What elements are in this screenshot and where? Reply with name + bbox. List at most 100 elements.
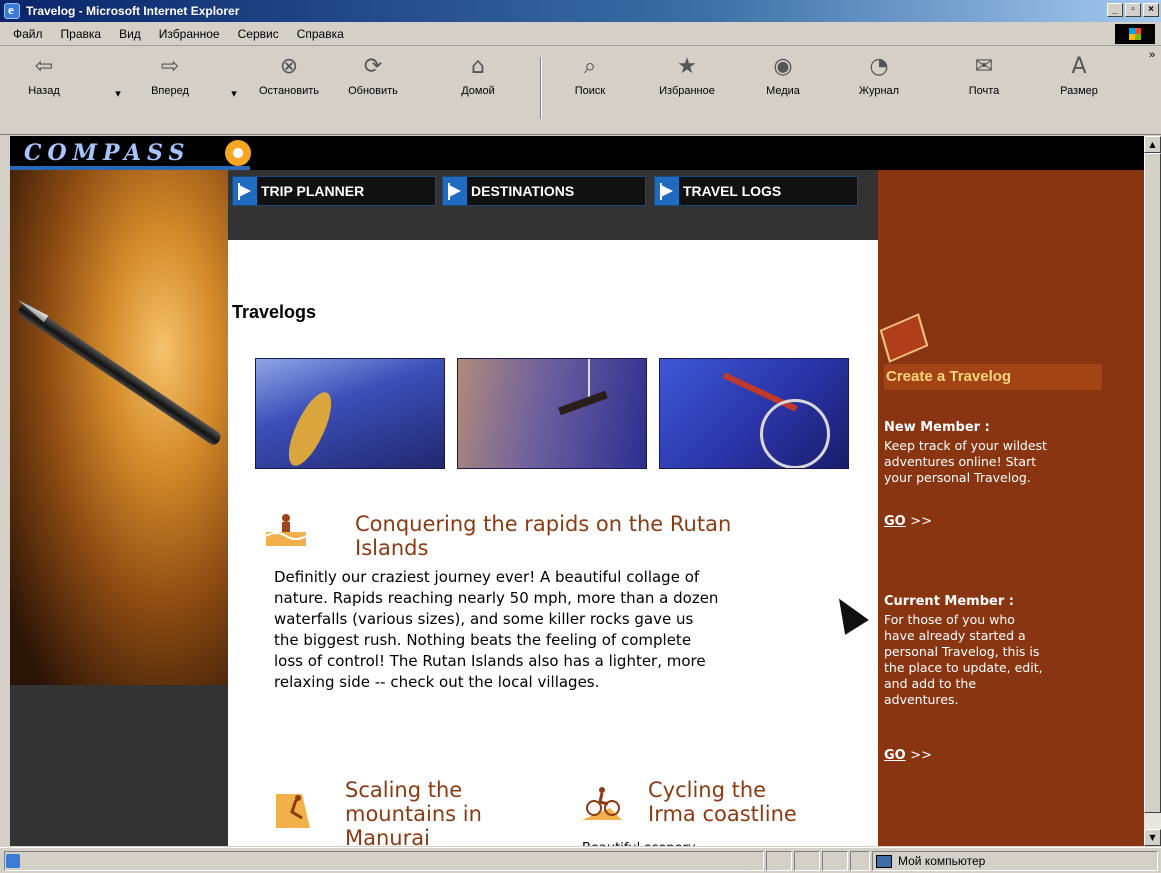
menu-favorites[interactable]: Избранное xyxy=(150,27,229,41)
history-icon: ◔ xyxy=(869,54,889,79)
stop-icon: ⊗ xyxy=(279,54,299,79)
maximize-button[interactable]: ▫ xyxy=(1125,3,1141,17)
back-button[interactable]: ⇦ Назад xyxy=(14,53,74,97)
forward-label: Вперед xyxy=(151,85,189,97)
stop-button[interactable]: ⊗ Остановить xyxy=(244,53,334,97)
status-cell xyxy=(766,851,792,871)
search-label: Поиск xyxy=(574,85,606,97)
mail-button[interactable]: ✉ Почта xyxy=(954,53,1014,97)
toolbar-chevron[interactable]: » xyxy=(1146,49,1158,61)
featured-title-line1[interactable]: Conquering the rapids on the Rutan xyxy=(355,512,731,536)
go-arrows: >> xyxy=(910,514,933,529)
new-member-text: Keep track of your wildest xyxy=(884,438,1047,453)
featured-body-line: the biggest rush. Nothing beats the feel… xyxy=(274,631,692,649)
page-title: Travelogs xyxy=(232,302,317,322)
kayak-shape xyxy=(280,386,340,468)
featured-body-line: Definitly our craziest journey ever! A b… xyxy=(274,568,700,586)
featured-body-line: waterfalls (various sizes), and some kil… xyxy=(274,610,694,628)
flag-icon xyxy=(443,177,467,205)
flag-icon xyxy=(655,177,679,205)
search-button[interactable]: ⌕ Поиск xyxy=(560,53,620,97)
menu-file[interactable]: Файл xyxy=(4,27,52,41)
toolbar-separator xyxy=(540,57,542,119)
current-member-heading: Current Member : xyxy=(884,594,1014,609)
text-size-button[interactable]: A Размер xyxy=(1044,53,1114,97)
cycling-icon xyxy=(582,787,622,820)
current-member-go-link[interactable]: GO >> xyxy=(884,748,932,763)
close-button[interactable]: × xyxy=(1143,3,1159,17)
compass-logo-icon xyxy=(225,140,251,166)
create-travelog-heading[interactable]: Create a Travelog xyxy=(884,364,1102,390)
featured-body-line: loss of control! The Rutan Islands also … xyxy=(274,652,706,670)
media-button[interactable]: ◉ Медиа xyxy=(748,53,818,97)
flag-icon xyxy=(233,177,257,205)
site-nav: TRIP PLANNER DESTINATIONS TRAVEL LOGS xyxy=(228,170,878,240)
security-zone: Мой компьютер xyxy=(876,854,985,868)
favorites-folder-icon: ★ xyxy=(677,54,697,79)
scroll-thumb[interactable] xyxy=(1144,153,1161,813)
nav-destinations[interactable]: DESTINATIONS xyxy=(442,176,646,206)
media-label: Медиа xyxy=(766,85,800,97)
current-member-text: the place to update, edit, xyxy=(884,660,1043,675)
stop-label: Остановить xyxy=(258,85,320,97)
window-title: Travelog - Microsoft Internet Explorer xyxy=(26,4,240,18)
favorites-label: Избранное xyxy=(659,85,715,97)
site-header: COMPASS xyxy=(10,136,1144,172)
history-button[interactable]: ◔ Журнал xyxy=(844,53,914,97)
text-size-icon: A xyxy=(1071,54,1087,79)
article3-title-line1[interactable]: Cycling the xyxy=(648,778,766,802)
ie-icon xyxy=(4,2,20,19)
kayak-photo[interactable] xyxy=(255,358,445,469)
vertical-scrollbar[interactable]: ▲ ▼ xyxy=(1144,136,1161,846)
rafting-icon xyxy=(265,514,307,546)
article3-snippet: Beautiful scenery xyxy=(582,838,696,846)
history-label: Журнал xyxy=(858,85,900,97)
article2-title-line1[interactable]: Scaling the xyxy=(345,778,462,802)
menu-tools[interactable]: Сервис xyxy=(229,27,288,41)
back-arrow-icon: ⇦ xyxy=(34,54,54,79)
climbing-icon xyxy=(276,794,310,828)
status-bar: Мой компьютер xyxy=(0,847,1161,873)
travelog-book-icon xyxy=(879,313,929,363)
new-member-go-link[interactable]: GO >> xyxy=(884,514,932,529)
fountain-pen-shape xyxy=(16,301,223,448)
window-controls: _ ▫ × xyxy=(1107,3,1159,17)
scroll-down-icon[interactable]: ▼ xyxy=(1144,829,1161,846)
menu-bar: Файл Правка Вид Избранное Сервис Справка xyxy=(0,22,1161,46)
windows-logo-icon xyxy=(1115,24,1155,44)
menu-help[interactable]: Справка xyxy=(288,27,353,41)
menu-view[interactable]: Вид xyxy=(110,27,150,41)
climber-photo[interactable] xyxy=(457,358,647,469)
text-size-label: Размер xyxy=(1060,85,1098,97)
article2-title-line3[interactable]: Manurai xyxy=(345,826,430,846)
forward-dropdown[interactable]: ▾ xyxy=(224,87,244,100)
home-button[interactable]: ⌂ Домой xyxy=(448,53,508,97)
security-zone-label: Мой компьютер xyxy=(898,854,986,868)
featured-body-line: nature. Rapids reaching nearly 50 mph, m… xyxy=(274,589,719,607)
site-logo-text[interactable]: COMPASS xyxy=(24,140,190,166)
refresh-label: Обновить xyxy=(348,85,398,97)
pen-and-journal-image xyxy=(10,170,228,685)
nav-trip-planner[interactable]: TRIP PLANNER xyxy=(232,176,436,206)
back-dropdown[interactable]: ▾ xyxy=(108,87,128,100)
left-filler xyxy=(10,685,228,846)
refresh-button[interactable]: ⟳ Обновить xyxy=(338,53,408,97)
cyclist-photo[interactable] xyxy=(659,358,849,469)
current-member-text: have already started a xyxy=(884,628,1026,643)
article3-title-line2[interactable]: Irma coastline xyxy=(648,802,797,826)
new-member-text: adventures online! Start xyxy=(884,454,1037,469)
minimize-button[interactable]: _ xyxy=(1107,3,1123,17)
current-member-text: For those of you who xyxy=(884,612,1015,627)
go-link-label: GO xyxy=(884,514,906,529)
forward-button[interactable]: ⇨ Вперед xyxy=(130,53,210,97)
favorites-button[interactable]: ★ Избранное xyxy=(642,53,732,97)
nav-travel-logs[interactable]: TRAVEL LOGS xyxy=(654,176,858,206)
menu-edit[interactable]: Правка xyxy=(52,27,111,41)
status-text-cell xyxy=(4,851,764,871)
featured-title-line2[interactable]: Islands xyxy=(355,536,428,560)
scroll-up-icon[interactable]: ▲ xyxy=(1144,136,1161,153)
my-computer-icon xyxy=(876,854,892,868)
nav-destinations-label: DESTINATIONS xyxy=(471,183,575,199)
home-label: Домой xyxy=(461,85,495,97)
article2-title-line2[interactable]: mountains in xyxy=(345,802,482,826)
